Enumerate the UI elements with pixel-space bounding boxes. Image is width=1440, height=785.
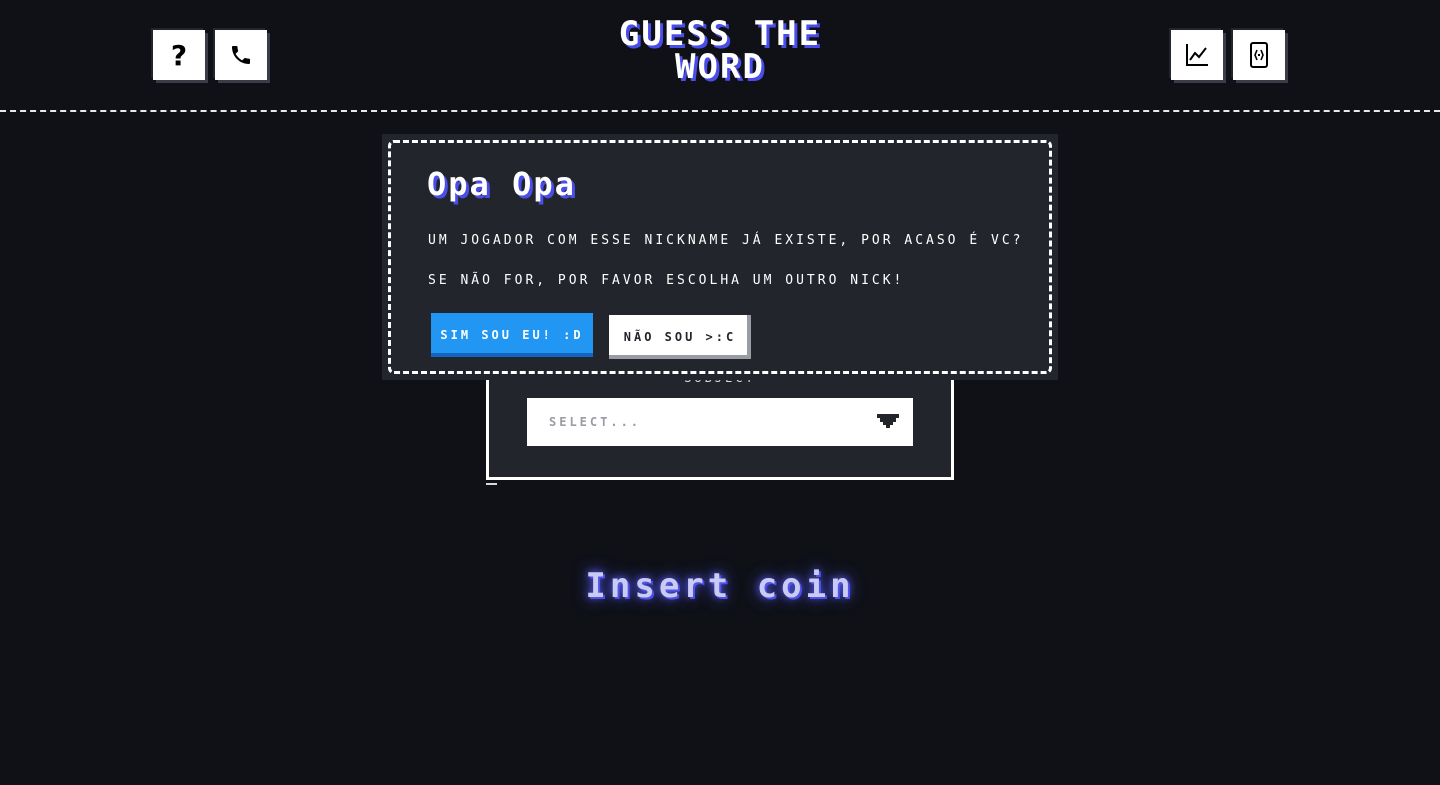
page: ? GUESS THE WORD SUBJECT	[0, 0, 1440, 785]
question-icon: ?	[170, 38, 188, 72]
title-line-2: WORD	[675, 47, 765, 87]
page-title: GUESS THE WORD	[560, 17, 880, 87]
nickname-exists-modal: Opa Opa UM JOGADOR COM ESSE NICKNAME JÁ …	[382, 134, 1058, 380]
device-button[interactable]	[1233, 30, 1285, 80]
modal-message-1: UM JOGADOR COM ESSE NICKNAME JÁ EXISTE, …	[428, 233, 1024, 248]
modal-title: Opa Opa	[427, 165, 576, 203]
phone-device-icon	[1250, 42, 1268, 68]
confirm-yes-button[interactable]: SIM SOU EU! :D	[431, 313, 593, 357]
modal-border: Opa Opa UM JOGADOR COM ESSE NICKNAME JÁ …	[388, 140, 1052, 374]
chevron-down-icon	[877, 414, 899, 428]
phone-icon	[232, 46, 250, 64]
stats-button[interactable]	[1171, 30, 1223, 80]
confirm-no-button[interactable]: NÃO SOU >:C	[609, 315, 751, 359]
modal-message-2: SE NÃO FOR, POR FAVOR ESCOLHA UM OUTRO N…	[428, 273, 905, 288]
subject-select[interactable]: SELECT...	[527, 398, 913, 446]
chart-icon	[1186, 44, 1208, 66]
header: ? GUESS THE WORD	[0, 0, 1440, 112]
select-placeholder: SELECT...	[549, 415, 642, 429]
contact-button[interactable]	[215, 30, 267, 80]
help-button[interactable]: ?	[153, 30, 205, 80]
text-cursor	[486, 483, 497, 485]
insert-coin-text: Insert coin	[585, 566, 855, 606]
